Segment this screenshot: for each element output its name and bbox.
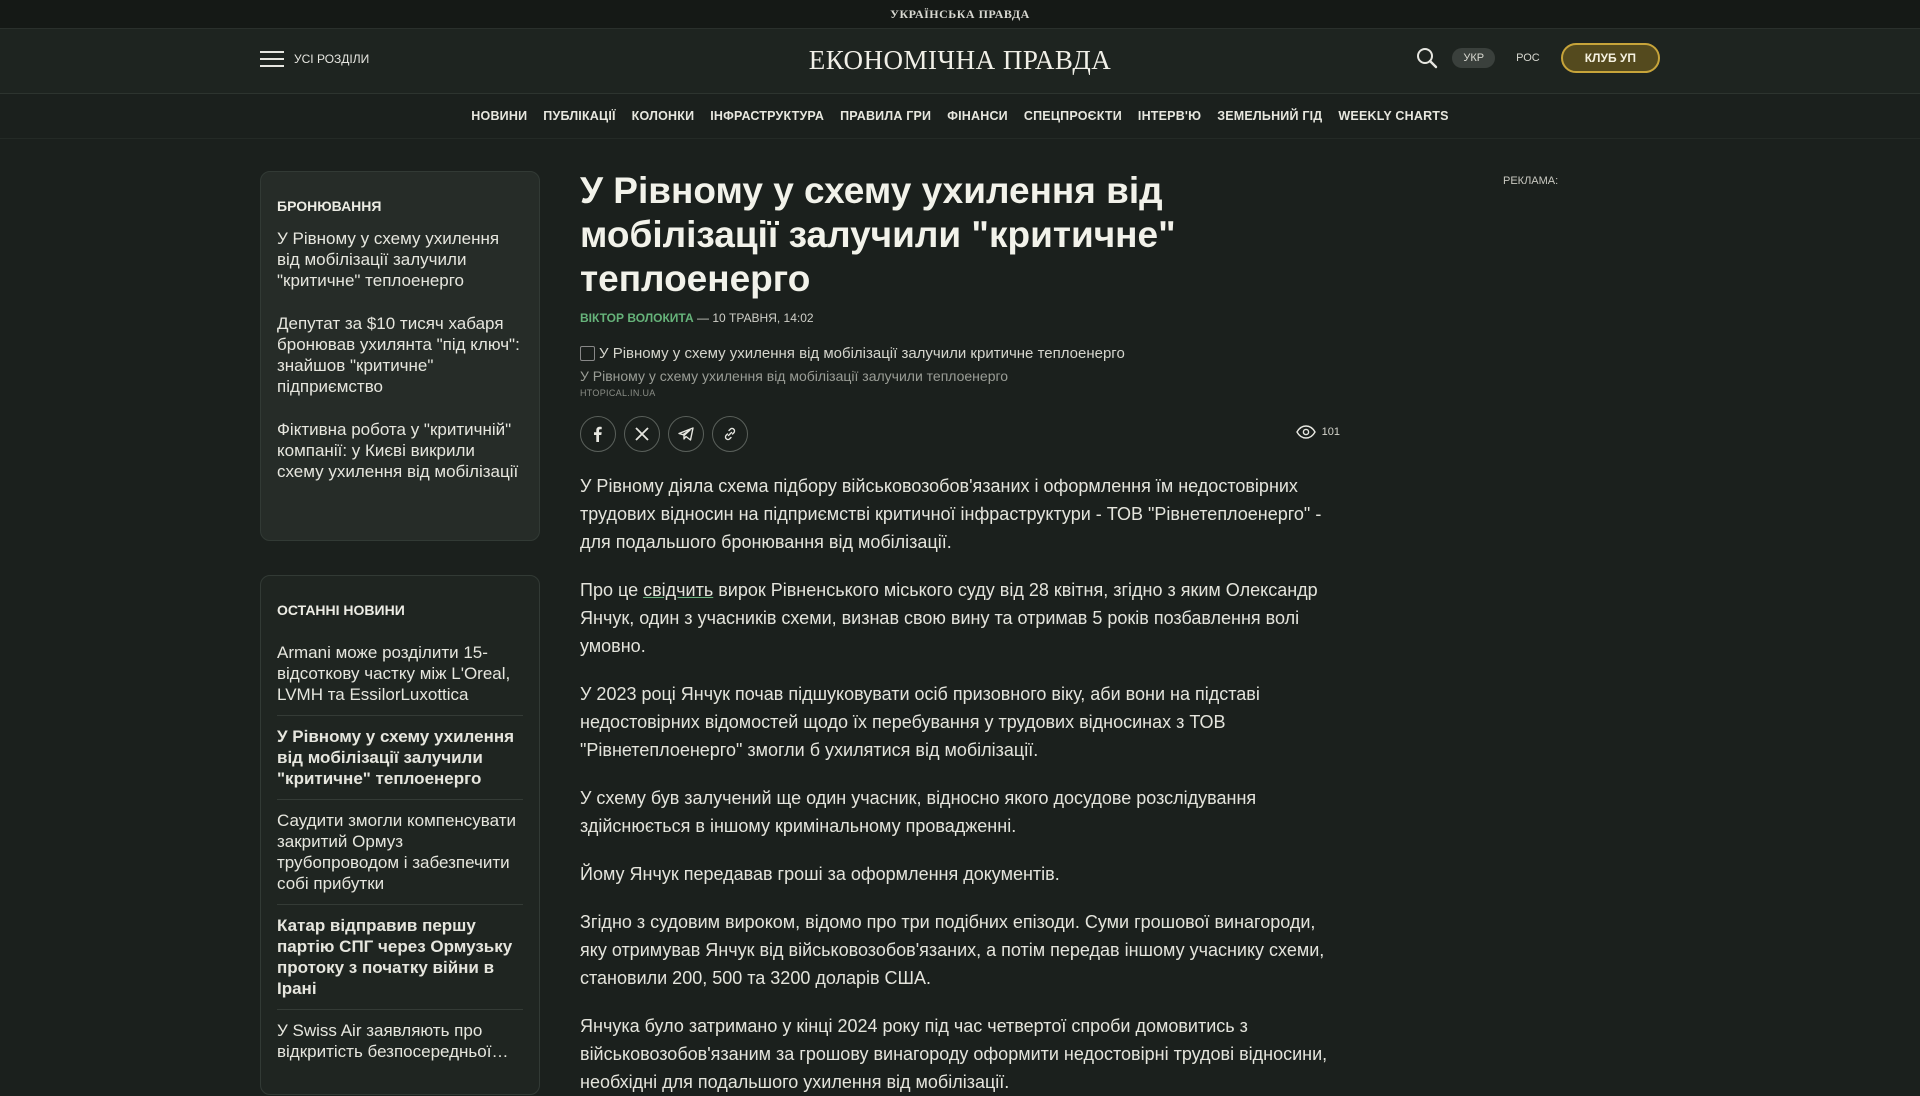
related-link[interactable]: Фіктивна робота у "критичній" компанії: … (277, 419, 523, 482)
all-sections-label: УСІ РОЗДІЛИ (294, 52, 370, 66)
ad-label: РЕКЛАМА: (1503, 175, 1559, 187)
nav-land-guide[interactable]: ЗЕМЕЛЬНИЙ ГІД (1209, 109, 1330, 123)
article-image-alt: У Рівному у схему ухилення від мобілізац… (599, 345, 1125, 362)
hamburger-icon (260, 51, 284, 67)
article-date: — 10 ТРАВНЯ, 14:02 (693, 311, 814, 325)
related-link[interactable]: У Рівному у схему ухилення від мобілізац… (277, 228, 523, 291)
related-link[interactable]: Депутат за $10 тисяч хабаря бронював ухи… (277, 313, 523, 397)
latest-news-item[interactable]: У Рівному у схему ухилення від мобілізац… (277, 716, 523, 800)
article-meta: ВІКТОР ВОЛОКИТА — 10 ТРАВНЯ, 14:02 (580, 311, 1340, 325)
latest-news-card: ОСТАННІ НОВИНИ Armani може розділити 15-… (260, 575, 540, 1095)
article-paragraph: У 2023 році Янчук почав підшуковувати ос… (580, 684, 1260, 760)
header-actions: УКР РОС КЛУБ УП (1416, 43, 1660, 73)
language-ros-button[interactable]: РОС (1505, 48, 1551, 68)
article-author-link[interactable]: ВІКТОР ВОЛОКИТА (580, 311, 694, 325)
site-logo[interactable]: ЕКОНОМІЧНА ПРАВДА (809, 45, 1112, 76)
view-count-value: 101 (1321, 426, 1340, 438)
link-icon (724, 427, 736, 441)
related-topic-title[interactable]: БРОНЮВАННЯ (277, 198, 523, 214)
article-paragraph: У схему був залучений ще один учасник, в… (580, 788, 1257, 836)
latest-news-item[interactable]: Armani може розділити 15-відсоткову част… (277, 632, 523, 716)
article-title: У Рівному у схему ухилення від мобілізац… (580, 170, 1176, 299)
paragraph-text: Про це (580, 580, 644, 600)
image-caption: У Рівному у схему ухилення від мобілізац… (580, 368, 1009, 384)
all-sections-button[interactable]: УСІ РОЗДІЛИ (260, 51, 369, 67)
page-content: БРОНЮВАННЯ У Рівному у схему ухилення ві… (0, 139, 1920, 1095)
latest-news-title[interactable]: ОСТАННІ НОВИНИ (277, 602, 523, 618)
latest-news-item[interactable]: Саудити змогли компенсувати закритий Орм… (277, 800, 523, 905)
latest-news-item[interactable]: Катар відправив першу партію СПГ через О… (277, 905, 523, 1010)
telegram-icon (678, 427, 694, 441)
telegram-share-button[interactable] (668, 416, 704, 452)
club-button[interactable]: КЛУБ УП (1560, 43, 1660, 73)
share-bar: 101 (580, 416, 1340, 452)
x-icon (635, 427, 649, 441)
article-paragraph: Згідно з судовим вироком, відомо про три… (580, 912, 1325, 988)
article-paragraph: Йому Янчук передавав гроші за оформлення… (580, 864, 1060, 884)
copy-link-button[interactable] (712, 416, 748, 452)
language-ukr-button[interactable]: УКР (1452, 48, 1496, 68)
nav-special-projects[interactable]: СПЕЦПРОЄКТИ (1016, 109, 1130, 123)
eye-icon (1295, 425, 1316, 439)
x-share-button[interactable] (624, 416, 660, 452)
image-source: HTOPICAL.IN.UA (580, 388, 656, 398)
nav-weekly-charts[interactable]: WEEKLY CHARTS (1330, 109, 1456, 123)
broken-image-icon (580, 346, 595, 361)
nav-infrastructure[interactable]: ІНФРАСТРУКТУРА (702, 109, 832, 123)
nav-publications[interactable]: ПУБЛІКАЦІЇ (535, 109, 623, 123)
site-header: УСІ РОЗДІЛИ ЕКОНОМІЧНА ПРАВДА УКР РОС КЛ… (0, 29, 1920, 94)
source-link[interactable]: свідчить (643, 580, 713, 600)
related-topic-card: БРОНЮВАННЯ У Рівному у схему ухилення ві… (260, 171, 540, 541)
article-image: У Рівному у схему ухилення від мобілізац… (580, 345, 1340, 362)
nav-news[interactable]: НОВИНИ (463, 109, 535, 123)
network-brand-link[interactable]: УКРАЇНСЬКА ПРАВДА (890, 7, 1030, 22)
nav-columns[interactable]: КОЛОНКИ (624, 109, 703, 123)
search-icon[interactable] (1416, 47, 1438, 69)
article-body: У Рівному діяла схема підбору військовоз… (580, 472, 1340, 1096)
main-nav: НОВИНИ ПУБЛІКАЦІЇ КОЛОНКИ ІНФРАСТРУКТУРА… (0, 94, 1920, 139)
article-paragraph: Янчука було затримано у кінці 2024 року … (580, 1016, 1328, 1092)
facebook-icon (594, 426, 602, 442)
article: У Рівному у схему ухилення від мобілізац… (580, 169, 1340, 1096)
article-paragraph: Про це свідчить вирок Рівненського міськ… (580, 576, 1340, 660)
nav-interviews[interactable]: ІНТЕРВ'Ю (1130, 109, 1209, 123)
nav-rules[interactable]: ПРАВИЛА ГРИ (832, 109, 939, 123)
facebook-share-button[interactable] (580, 416, 616, 452)
view-count: 101 (1295, 425, 1340, 439)
latest-news-item[interactable]: У Swiss Air заявляють про відкритість бе… (277, 1010, 523, 1072)
nav-finance[interactable]: ФІНАНСИ (939, 109, 1016, 123)
network-topbar: УКРАЇНСЬКА ПРАВДА (0, 0, 1920, 29)
article-paragraph: У Рівному діяла схема підбору військовоз… (580, 476, 1322, 552)
